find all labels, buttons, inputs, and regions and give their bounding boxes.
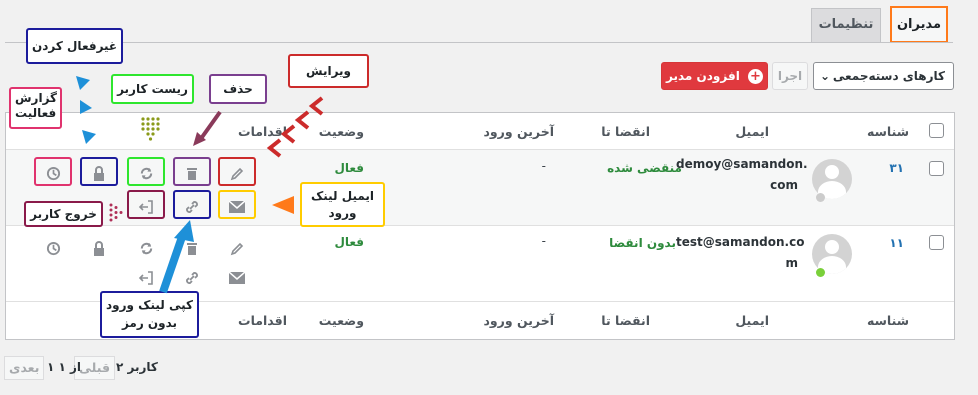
annotation-email-line-1: ایمیل لینک [310,189,375,203]
deactivate-button[interactable] [80,157,118,186]
last-login-value: - [541,159,546,173]
annotation-activity-line-2: فعالیت [15,106,57,120]
annotation-deactivate: غیرفعال کردن [26,28,123,64]
annotation-copy-line-1: کپی لینک ورود [106,298,193,312]
annotation-email-login-link: ایمیل لینک ورود [300,182,385,227]
column-email[interactable]: ایمیل [735,124,769,139]
sign-out-icon [138,270,153,285]
delete-button[interactable] [173,157,211,186]
annotation-delete: حذف [209,74,267,104]
user-id[interactable]: ۱۱ [889,236,904,250]
history-icon [46,241,60,256]
email-login-link-button[interactable] [218,190,256,219]
column-id[interactable]: شناسه [867,124,909,139]
user-count: ۲ کاربر [116,360,158,374]
next-page-button[interactable]: بعدی [4,356,45,380]
delete-button[interactable] [173,234,211,263]
email-line-2: m [785,256,798,270]
reset-user-button[interactable] [127,157,165,186]
lock-icon [94,241,104,256]
email-line-1: demoy@samandon. [676,157,808,171]
green-dotted-arrow-icon [141,117,160,141]
user-email: demoy@samandon. com [676,154,808,196]
email-line-1: test@samandon.co [676,235,805,249]
tab-settings[interactable]: تنظیمات [811,8,881,42]
copy-login-link-button[interactable] [173,190,211,219]
edit-button[interactable] [218,234,256,263]
annotation-user-logout: خروج کاربر [24,201,103,227]
reset-user-button[interactable] [127,234,165,263]
plus-icon: + [748,69,763,84]
avatar-status-dot [816,268,825,277]
column-status: وضعیت [318,124,364,139]
annotation-activity-line-1: گزارش [15,91,58,105]
select-all-checkbox[interactable] [929,123,944,138]
annotation-edit: ویرایش [288,54,369,88]
tab-managers[interactable]: مدیران [890,6,948,43]
email-line-2: com [770,178,798,192]
apply-button[interactable]: اجرا [772,62,808,90]
column-last-login[interactable]: آخرین ورود [483,313,554,328]
envelope-icon [228,199,246,213]
email-login-link-button[interactable] [218,263,256,292]
lock-icon [94,166,104,181]
add-manager-label: افزودن مدیر [666,69,740,83]
pencil-icon [230,167,244,180]
status-badge: فعال [334,161,364,175]
annotation-email-line-2: ورود [328,206,357,220]
annotation-reset-user: ریست کاربر [111,74,194,104]
annotation-activity-report: گزارش فعالیت [9,87,62,129]
copy-login-link-button[interactable] [173,263,211,292]
deactivate-button[interactable] [80,234,118,263]
blue-chevron-icon [76,76,90,90]
envelope-icon [228,270,246,284]
column-expiry[interactable]: انقضا تا [601,124,650,139]
tab-divider [5,42,953,43]
avatar-status-dot [816,193,825,202]
chevron-down-icon: ⌄ [820,69,831,83]
bulk-actions-label: کارهای دستەجمعی [832,69,945,83]
expiry-value: منقضی شده [607,161,682,175]
link-icon [186,200,198,213]
column-actions: اقدامات [238,124,287,139]
row-checkbox[interactable] [929,235,944,250]
trash-icon [187,168,197,180]
history-icon [46,166,60,181]
refresh-icon [140,242,152,255]
add-manager-button[interactable]: افزودن مدیر + [661,62,768,90]
logout-user-button[interactable] [127,263,165,292]
bulk-actions-select[interactable]: ⌄ کارهای دستەجمعی [813,62,954,90]
sign-out-icon [138,199,153,214]
edit-button[interactable] [218,157,256,186]
maroon-dotted-arrow-icon [109,203,123,222]
row-checkbox[interactable] [929,161,944,176]
pencil-icon [230,242,244,255]
annotation-copy-link: کپی لینک ورود بدون رمز [100,291,199,338]
user-id[interactable]: ۳۱ [889,161,904,175]
annotation-copy-line-2: بدون رمز [121,316,178,330]
column-id[interactable]: شناسه [867,313,909,328]
column-email[interactable]: ایمیل [735,313,769,328]
status-badge: فعال [334,235,364,249]
row-divider [6,225,954,226]
column-status: وضعیت [318,313,364,328]
user-email: test@samandon.co m [676,232,805,274]
column-actions: اقدامات [238,313,287,328]
activity-report-button[interactable] [34,157,72,186]
refresh-icon [140,167,152,180]
expiry-value: بدون انقضا [609,236,676,250]
last-login-value: - [541,234,546,248]
activity-report-button[interactable] [34,234,72,263]
link-icon [186,271,198,284]
logout-user-button[interactable] [127,190,165,219]
column-expiry[interactable]: انقضا تا [601,313,650,328]
trash-icon [187,243,197,255]
page-info: ۱ از ۱ [47,360,82,374]
column-last-login[interactable]: آخرین ورود [483,124,554,139]
